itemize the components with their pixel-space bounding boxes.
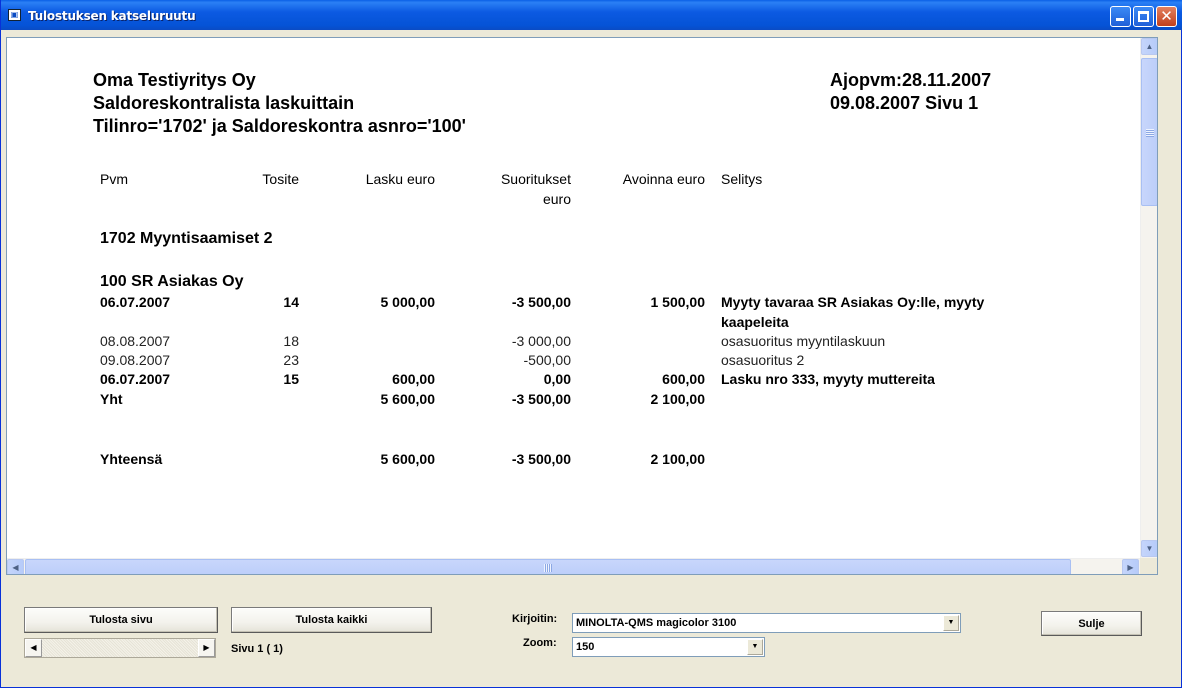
col-header-suoritukset: Suoritukset [500, 171, 571, 187]
row-3-pvm: 06.07.2007 [100, 371, 171, 387]
report-title: Saldoreskontralista laskuittain [93, 93, 355, 113]
total-suoritukset: -3 500,00 [511, 451, 571, 467]
printer-select[interactable]: MINOLTA-QMS magicolor 3100 ▼ [572, 613, 961, 633]
scroll-left-button[interactable]: ◀ [7, 559, 24, 574]
row-3-lasku: 600,00 [392, 371, 435, 387]
report-page: Oma Testiyritys Oy Saldoreskontralista l… [7, 38, 1140, 558]
row-1-selitys: osasuoritus myyntilaskuun [721, 333, 886, 349]
subtotal-lasku: 5 600,00 [380, 391, 436, 407]
next-page-button[interactable]: ▶ [198, 639, 215, 657]
arrow-right-icon: ▶ [1127, 563, 1134, 572]
row-3-selitys: Lasku nro 333, myyty muttereita [721, 371, 935, 387]
horizontal-scrollbar[interactable]: ◀ ▶ [7, 558, 1140, 574]
app-icon: ▣ [8, 9, 21, 21]
scroll-right-button[interactable]: ▶ [1122, 559, 1139, 574]
account-heading: 1702 Myyntisaamiset 2 [100, 230, 273, 247]
preview-pane[interactable]: Oma Testiyritys Oy Saldoreskontralista l… [6, 37, 1158, 575]
col-header-lasku: Lasku euro [365, 171, 435, 187]
window-title: Tulostuksen katseluruutu [28, 9, 196, 23]
arrow-left-icon: ◀ [30, 643, 37, 652]
row-0-selitys-cont: kaapeleita [721, 314, 789, 330]
col-header-suoritukset-unit: euro [542, 191, 571, 207]
col-header-tosite: Tosite [262, 171, 299, 187]
page-scroller[interactable]: ◀ ▶ [24, 638, 216, 658]
horizontal-scroll-thumb[interactable] [25, 559, 1071, 574]
scroll-corner [1140, 558, 1157, 574]
col-header-selitys: Selitys [721, 171, 763, 187]
minimize-icon [1116, 18, 1124, 21]
arrow-up-icon: ▲ [1145, 42, 1154, 51]
col-header-pvm: Pvm [100, 171, 128, 187]
chevron-down-icon[interactable]: ▼ [943, 615, 959, 631]
col-header-avoinna: Avoinna euro [622, 171, 705, 187]
row-2-suoritukset: -500,00 [523, 352, 571, 368]
customer-heading: 100 SR Asiakas Oy [100, 273, 244, 290]
date-page: 09.08.2007 Sivu 1 [830, 93, 979, 113]
total-label: Yhteensä [100, 451, 163, 467]
arrow-left-icon: ◀ [12, 563, 19, 572]
grip-icon [544, 564, 552, 572]
scroll-down-button[interactable]: ▼ [1141, 540, 1157, 557]
report-filter: Tilinro='1702' ja Saldoreskontra asnro='… [93, 116, 466, 136]
run-date: Ajopvm:28.11.2007 [830, 70, 992, 90]
prev-page-button[interactable]: ◀ [25, 639, 42, 657]
total-lasku: 5 600,00 [380, 451, 436, 467]
row-1-pvm: 08.08.2007 [100, 333, 171, 349]
close-icon: ✕ [1160, 7, 1173, 25]
row-2-selitys: osasuoritus 2 [721, 352, 805, 368]
print-preview-window: ▣ Tulostuksen katseluruutu ✕ Oma Testiyr… [0, 0, 1182, 688]
close-button[interactable]: Sulje [1041, 611, 1142, 636]
print-all-button[interactable]: Tulosta kaikki [231, 607, 432, 633]
subtotal-label: Yht [100, 391, 123, 407]
row-0-tosite: 14 [283, 294, 299, 310]
scroll-up-button[interactable]: ▲ [1141, 38, 1157, 55]
print-page-button[interactable]: Tulosta sivu [24, 607, 218, 633]
subtotal-suoritukset: -3 500,00 [511, 391, 571, 407]
row-2-pvm: 09.08.2007 [100, 352, 171, 368]
arrow-down-icon: ▼ [1145, 544, 1154, 553]
row-1-suoritukset: -3 000,00 [511, 333, 571, 349]
row-2-tosite: 23 [283, 352, 299, 368]
page-indicator: Sivu 1 ( 1) [231, 643, 283, 655]
row-3-tosite: 15 [283, 371, 299, 387]
title-bar[interactable]: ▣ Tulostuksen katseluruutu ✕ [1, 0, 1182, 30]
row-0-selitys: Myyty tavaraa SR Asiakas Oy:lle, myyty [721, 294, 985, 310]
zoom-value: 150 [576, 641, 595, 653]
row-0-suoritukset: -3 500,00 [511, 294, 571, 310]
row-1-tosite: 18 [283, 333, 299, 349]
maximize-button[interactable] [1133, 6, 1154, 27]
grip-icon [1146, 129, 1154, 137]
subtotal-avoinna: 2 100,00 [650, 391, 706, 407]
row-3-avoinna: 600,00 [662, 371, 705, 387]
zoom-select[interactable]: 150 ▼ [572, 637, 765, 657]
printer-value: MINOLTA-QMS magicolor 3100 [576, 617, 737, 629]
maximize-icon [1138, 11, 1149, 22]
chevron-down-icon[interactable]: ▼ [747, 639, 763, 655]
row-3-suoritukset: 0,00 [543, 371, 571, 387]
row-0-pvm: 06.07.2007 [100, 294, 171, 310]
zoom-label: Zoom: [523, 637, 557, 649]
company-name: Oma Testiyritys Oy [93, 70, 256, 90]
row-0-lasku: 5 000,00 [380, 294, 436, 310]
total-avoinna: 2 100,00 [650, 451, 706, 467]
vertical-scrollbar[interactable]: ▲ ▼ [1140, 38, 1157, 558]
vertical-scroll-thumb[interactable] [1141, 58, 1157, 206]
row-0-avoinna: 1 500,00 [650, 294, 706, 310]
arrow-right-icon: ▶ [203, 643, 210, 652]
minimize-button[interactable] [1110, 6, 1131, 27]
close-window-button[interactable]: ✕ [1156, 6, 1177, 27]
printer-label: Kirjoitin: [512, 613, 558, 625]
